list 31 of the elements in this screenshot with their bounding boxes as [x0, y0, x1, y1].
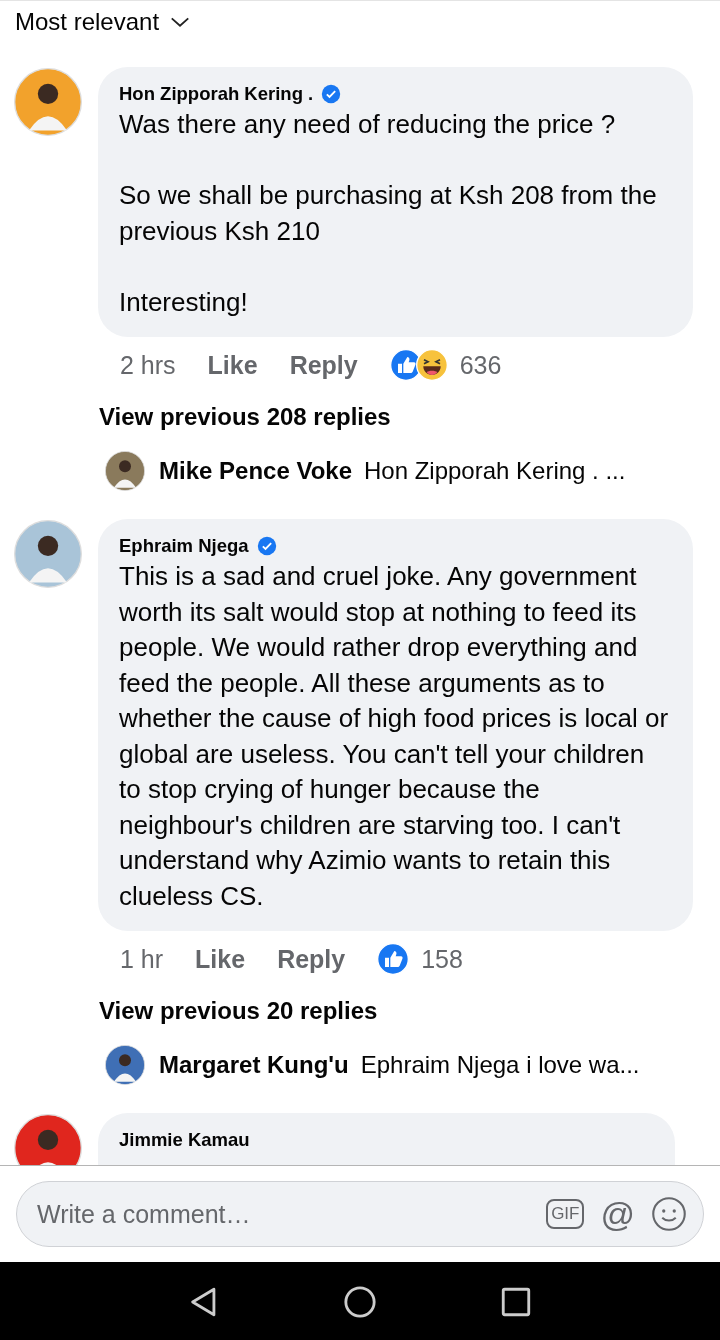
reaction-count: 158: [421, 944, 463, 974]
mention-button[interactable]: @: [600, 1197, 635, 1231]
home-icon[interactable]: [343, 1285, 377, 1319]
timestamp: 1 hr: [120, 944, 164, 974]
gif-button[interactable]: GIF: [546, 1199, 585, 1229]
comment-field[interactable]: Write a comment… GIF @: [16, 1181, 704, 1247]
action-link[interactable]: Reply: [277, 944, 346, 974]
square-icon[interactable]: [499, 1285, 533, 1319]
avatar[interactable]: [14, 1114, 82, 1165]
avatar[interactable]: [14, 520, 82, 588]
reply-author[interactable]: Mike Pence Voke: [159, 457, 352, 485]
author-name[interactable]: Jimmie Kamau: [119, 1127, 250, 1153]
reply-snippet[interactable]: Hon Zipporah Kering . ...: [364, 457, 626, 485]
author-name[interactable]: Hon Zipporah Kering .: [119, 81, 314, 107]
avatar[interactable]: [14, 68, 82, 136]
sort-dropdown[interactable]: Most relevant: [15, 5, 192, 39]
avatar[interactable]: [105, 1045, 145, 1085]
action-link[interactable]: Like: [195, 944, 246, 974]
view-replies-link[interactable]: View previous 208 replies: [99, 403, 720, 431]
action-link[interactable]: Reply: [289, 350, 358, 380]
timestamp: 2 hrs: [120, 350, 176, 380]
comment-text: Was there any need of reducing the price ? So we shall be purchasing at Ksh 208 from the previous Ksh 210 Interesting!: [119, 108, 658, 319]
reply-author[interactable]: Margaret Kung'u: [159, 1051, 349, 1079]
action-link[interactable]: Like: [207, 350, 258, 380]
avatar[interactable]: [105, 451, 145, 491]
reply-snippet[interactable]: Ephraim Njega i love wa...: [360, 1051, 640, 1079]
emoji-icon[interactable]: [651, 1196, 687, 1232]
comment-text: This is a sad and cruel joke. Any government worth its salt would stop at nothing to feed its people. We would rather drop everything and feed the people. All these arguments as to whether the cause of high food prices is local or global are useless. You can't tell your children to stop crying of hunger because the neighbour's children are starving too. I can't understand why Azimio wants to retain this clueless CS.: [119, 560, 670, 913]
view-replies-link[interactable]: View previous 20 replies: [99, 997, 720, 1025]
reaction-count: 636: [459, 350, 502, 380]
author-name[interactable]: Ephraim Njega: [119, 533, 249, 559]
